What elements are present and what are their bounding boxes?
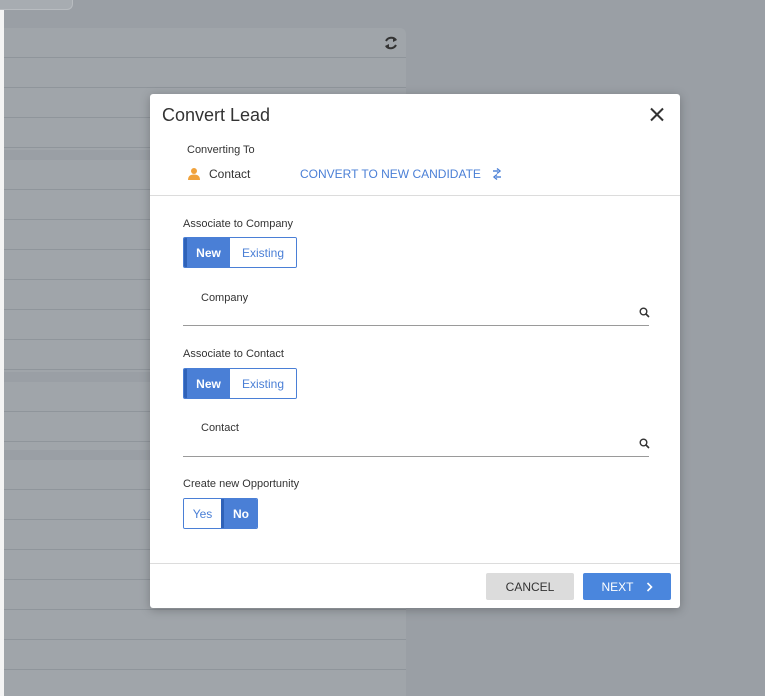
- company-new-option[interactable]: New: [184, 238, 230, 267]
- chevron-right-icon: [646, 581, 653, 592]
- background-row: [4, 58, 406, 88]
- next-button[interactable]: NEXT: [583, 573, 671, 600]
- company-toggle: New Existing: [183, 237, 297, 268]
- header-divider: [150, 195, 680, 196]
- contact-toggle: New Existing: [183, 368, 297, 399]
- cancel-button-label: CANCEL: [505, 579, 555, 594]
- next-button-label: NEXT: [601, 579, 634, 594]
- associate-contact-label: Associate to Contact: [183, 348, 284, 360]
- company-field-input[interactable]: [183, 325, 649, 326]
- refresh-icon[interactable]: [383, 35, 399, 51]
- convert-lead-modal: Convert Lead Converting To Contact CONVE…: [150, 94, 680, 608]
- background-row: [4, 640, 406, 670]
- modal-title: Convert Lead: [162, 105, 271, 125]
- contact-new-option[interactable]: New: [184, 369, 230, 398]
- person-icon: [188, 168, 200, 180]
- background-row: [4, 28, 406, 58]
- converting-to-label: Converting To: [187, 144, 255, 156]
- opportunity-toggle: Yes No: [183, 498, 258, 529]
- opportunity-no-option[interactable]: No: [221, 499, 257, 528]
- opportunity-yes-option[interactable]: Yes: [184, 499, 221, 528]
- search-icon[interactable]: [639, 438, 650, 449]
- converting-target-label: Contact: [209, 167, 251, 181]
- associate-company-label: Associate to Company: [183, 218, 294, 230]
- contact-existing-option[interactable]: Existing: [230, 369, 296, 398]
- contact-field-label: Contact: [201, 422, 239, 434]
- company-field-label: Company: [201, 292, 249, 304]
- background-row: [4, 610, 406, 640]
- convert-to-candidate-link[interactable]: CONVERT TO NEW CANDIDATE: [300, 167, 481, 181]
- cancel-button[interactable]: CANCEL: [486, 573, 574, 600]
- close-icon[interactable]: [648, 106, 666, 124]
- create-opportunity-label: Create new Opportunity: [183, 478, 300, 490]
- swap-icon[interactable]: [491, 167, 503, 181]
- company-existing-option[interactable]: Existing: [230, 238, 296, 267]
- background-tab-chip: [0, 0, 73, 10]
- footer-divider: [150, 563, 680, 564]
- search-icon[interactable]: [639, 307, 650, 318]
- contact-field-input[interactable]: [183, 456, 649, 457]
